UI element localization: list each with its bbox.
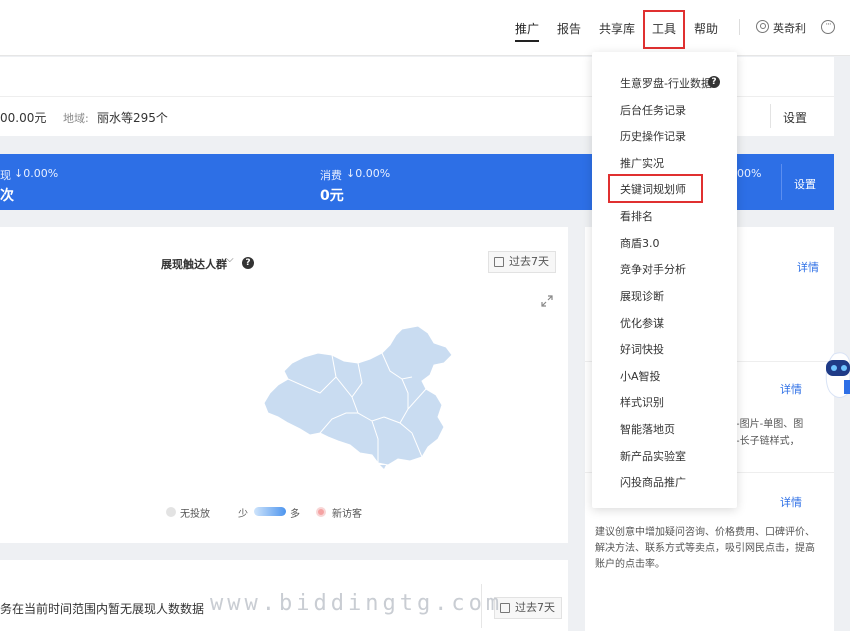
- nav-tab-promotion[interactable]: 推广: [515, 20, 539, 37]
- calendar-icon: [494, 257, 504, 267]
- map-period-label: 过去7天: [509, 255, 549, 268]
- help-icon[interactable]: ?: [708, 76, 720, 88]
- expand-icon[interactable]: [541, 295, 553, 307]
- detail-link-2[interactable]: 详情: [780, 381, 802, 397]
- legend-new-dot: [316, 507, 326, 517]
- help-icon[interactable]: ?: [242, 257, 254, 269]
- menu-item-display-diagnosis[interactable]: 展现诊断: [620, 288, 664, 304]
- bottom-period-button[interactable]: 过去7天: [494, 597, 562, 619]
- info-divider: [770, 104, 771, 128]
- suggestion-text-2a: -图片-单图、图: [736, 419, 804, 430]
- tools-dropdown-menu: 生意罗盘-行业数据 ? 后台任务记录 历史操作记录 推广实况 关键词规划师 看排…: [592, 52, 737, 508]
- menu-item-history[interactable]: 历史操作记录: [620, 128, 686, 144]
- nav-divider: [739, 19, 740, 35]
- legend-none-dot: [166, 507, 176, 517]
- stat-spend-value: 0元: [320, 188, 344, 204]
- menu-item-task-records[interactable]: 后台任务记录: [620, 102, 686, 118]
- china-map[interactable]: [262, 323, 462, 469]
- menu-item-business-compass[interactable]: 生意罗盘-行业数据: [620, 75, 712, 91]
- nav-tab-help[interactable]: 帮助: [694, 20, 718, 37]
- menu-item-smart-bid[interactable]: 小A智投: [620, 368, 661, 384]
- legend-gradient-bar: [254, 507, 286, 516]
- legend-more-label: 多: [290, 509, 300, 520]
- stat-spend-label: 消费: [320, 169, 342, 182]
- bottom-period-label: 过去7天: [515, 601, 555, 614]
- legend-less-label: 少: [238, 509, 248, 520]
- menu-item-flash-product-promotion[interactable]: 闪投商品推广: [620, 474, 686, 490]
- stat-left-change: ↓0.00%: [14, 167, 59, 180]
- menu-item-quick-keywords[interactable]: 好词快投: [620, 341, 664, 357]
- detail-link-3[interactable]: 详情: [780, 494, 802, 510]
- nav-active-indicator: [515, 40, 539, 42]
- menu-item-shangdun[interactable]: 商盾3.0: [620, 235, 660, 251]
- detail-link-1[interactable]: 详情: [797, 259, 819, 275]
- legend-none-label: 无投放: [180, 509, 210, 520]
- map-card: 展现触达人群 ⌵ ? 过去7天 无投放 少 多 新访客: [0, 227, 568, 543]
- stat-left-value: 次: [0, 188, 14, 204]
- no-data-message: 务在当前时间范围内暂无展现人数数据: [0, 602, 205, 616]
- legend-new-label: 新访客: [332, 509, 362, 520]
- audience-selector[interactable]: 展现触达人群: [161, 256, 227, 272]
- chevron-down-icon[interactable]: ⌵: [226, 254, 234, 265]
- watermark-text: www.biddingtg.com: [210, 591, 504, 616]
- suggestion-text-2b: -长子链样式，: [736, 436, 800, 447]
- info-settings-button[interactable]: 设置: [783, 109, 807, 126]
- more-icon[interactable]: ···: [821, 20, 835, 34]
- top-nav: 推广 报告 共享库 工具 帮助 英奇利 ···: [0, 0, 850, 56]
- menu-item-live-promotion[interactable]: 推广实况: [620, 155, 664, 171]
- user-name[interactable]: 英奇利: [773, 20, 806, 36]
- map-period-button[interactable]: 过去7天: [488, 251, 556, 273]
- menu-item-smart-landing-page[interactable]: 智能落地页: [620, 421, 675, 437]
- nav-tab-shared-library[interactable]: 共享库: [599, 20, 635, 37]
- menu-item-rankings[interactable]: 看排名: [620, 208, 653, 224]
- stat-spend-change: ↓0.00%: [346, 167, 391, 180]
- stats-settings-button[interactable]: 设置: [794, 176, 816, 192]
- stat-right-change: 00%: [737, 167, 762, 180]
- suggestion-text-3: 建议创意中增加疑问咨询、价格费用、口碑评价、解决方法、联系方式等卖点，吸引网民点…: [595, 527, 815, 570]
- keyword-planner-highlight-box: [608, 174, 703, 203]
- menu-item-competitor-analysis[interactable]: 竞争对手分析: [620, 261, 686, 277]
- menu-item-product-lab[interactable]: 新产品实验室: [620, 448, 686, 464]
- menu-item-style-recognition[interactable]: 样式识别: [620, 394, 664, 410]
- menu-item-optimization-advisor[interactable]: 优化参谋: [620, 315, 664, 331]
- budget-value: 00.00元: [0, 111, 47, 125]
- nav-tab-report[interactable]: 报告: [557, 20, 581, 37]
- user-icon[interactable]: [756, 20, 769, 33]
- tools-highlight-box: [643, 10, 685, 49]
- region-label: 地域:: [63, 112, 89, 125]
- robot-mascot-icon[interactable]: [820, 350, 850, 402]
- stats-divider: [781, 164, 782, 200]
- stat-left-label: 现: [0, 169, 11, 182]
- region-value: 丽水等295个: [97, 111, 168, 125]
